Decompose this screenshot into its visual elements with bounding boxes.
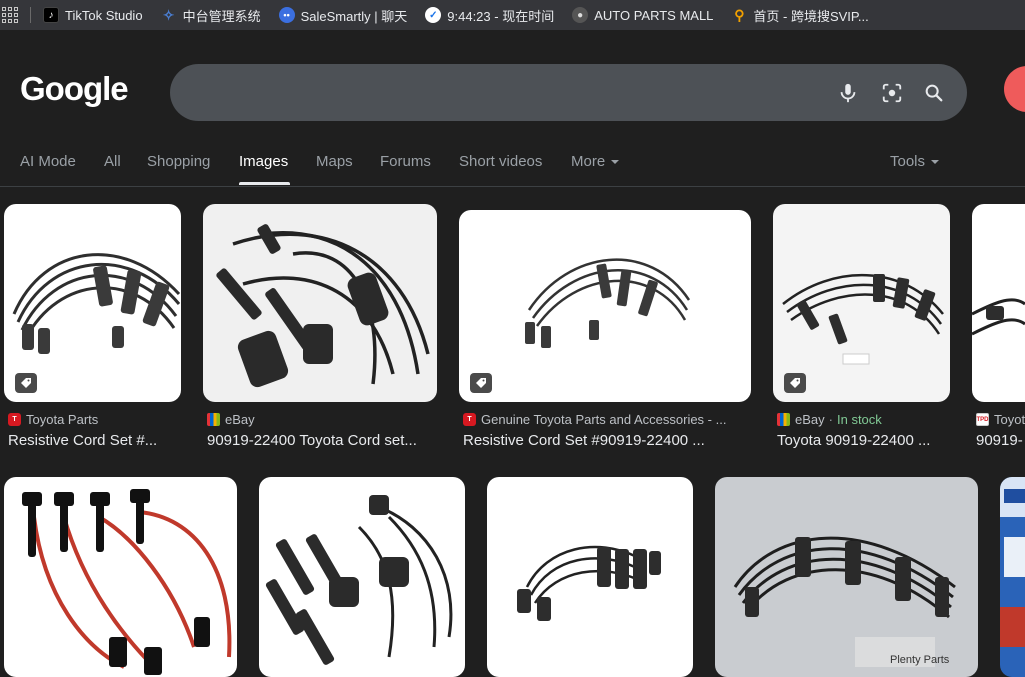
result-title[interactable]: 90919-22400 Toyota Cord set... — [207, 432, 437, 449]
image-result[interactable] — [259, 477, 465, 677]
source-label: Toyot — [994, 412, 1025, 427]
search-orange-icon: ⚲ — [734, 6, 745, 23]
bookmark-zhongtai[interactable]: ✧ 中台管理系统 — [161, 6, 261, 25]
tab-shopping[interactable]: Shopping — [147, 153, 210, 170]
separator-dot: · — [828, 412, 833, 427]
salesmartly-icon: •• — [278, 7, 295, 23]
tab-maps[interactable]: Maps — [316, 153, 353, 170]
spark-plug-wire-image: Plenty Parts — [733, 536, 956, 667]
result-thumbnail[interactable] — [203, 204, 437, 402]
image-result[interactable]: T Genuine Toyota Parts and Accessories - … — [459, 204, 751, 454]
search-tabs: AI Mode All Shopping Images Maps Forums … — [0, 140, 1025, 187]
price-tag-icon — [784, 373, 806, 393]
red-spark-plug-wire-image — [22, 489, 232, 675]
tools-button[interactable]: Tools — [890, 153, 940, 170]
lens-icon[interactable] — [881, 82, 903, 104]
chevron-down-icon — [611, 160, 620, 165]
result-title[interactable]: Resistive Cord Set #... — [8, 432, 182, 449]
tpd-favicon: TPD — [976, 413, 989, 426]
source-label: eBay — [795, 412, 825, 427]
search-icon[interactable] — [923, 82, 945, 104]
bookmark-kuajingsou[interactable]: ⚲ 首页 - 跨境搜SVIP... — [731, 6, 868, 25]
price-tag-icon — [15, 373, 37, 393]
toyota-favicon: T — [8, 413, 21, 426]
avatar[interactable] — [1004, 66, 1025, 112]
tab-more-label: More — [571, 153, 606, 170]
bookmarks-separator — [30, 7, 31, 23]
bookmark-label: 9:44:23 - 现在时间 — [447, 8, 555, 24]
result-thumbnail[interactable] — [487, 477, 693, 677]
result-thumbnail[interactable] — [4, 204, 181, 402]
tab-images[interactable]: Images — [239, 153, 288, 170]
result-thumbnail[interactable] — [1000, 477, 1025, 677]
result-source[interactable]: eBay — [207, 412, 437, 427]
search-input[interactable] — [194, 64, 818, 123]
image-result[interactable] — [1000, 477, 1025, 677]
tab-short-videos[interactable]: Short videos — [459, 153, 542, 170]
tab-more[interactable]: More — [571, 153, 620, 170]
bookmark-label: 首页 - 跨境搜SVIP... — [753, 8, 869, 24]
spark-plug-wire-image — [265, 495, 453, 665]
search-box[interactable] — [170, 64, 967, 123]
zhongtai-icon: ✧ — [162, 6, 175, 23]
image-result[interactable] — [4, 477, 237, 677]
ebay-favicon — [207, 413, 220, 426]
tab-forums[interactable]: Forums — [380, 153, 431, 170]
clock-icon: ✓ — [425, 7, 442, 23]
image-result[interactable]: eBay 90919-22400 Toyota Cord set... — [203, 204, 437, 454]
tiktok-icon: ♪ — [43, 7, 59, 23]
result-source[interactable]: eBay · In stock — [777, 412, 952, 427]
product-box-image — [1000, 477, 1025, 647]
bookmark-label: AUTO PARTS MALL — [594, 7, 714, 23]
bookmark-label: 中台管理系统 — [182, 8, 261, 24]
result-thumbnail[interactable] — [4, 477, 237, 677]
tab-all[interactable]: All — [104, 153, 121, 170]
bookmark-label: TikTok Studio — [65, 7, 143, 23]
chevron-down-icon — [931, 160, 940, 165]
bookmark-label: SaleSmartly | 聊天 — [300, 8, 408, 24]
autoparts-icon: ● — [572, 7, 589, 23]
tab-ai-mode[interactable]: AI Mode — [20, 153, 76, 170]
bookmark-current-time[interactable]: ✓ 9:44:23 - 现在时间 — [425, 6, 554, 25]
bookmark-tiktok-studio[interactable]: ♪ TikTok Studio — [43, 7, 143, 23]
result-source[interactable]: T Genuine Toyota Parts and Accessories - … — [463, 412, 753, 427]
apps-grid-icon[interactable] — [2, 7, 18, 23]
result-thumbnail[interactable] — [459, 210, 751, 402]
in-stock-label: In stock — [836, 412, 882, 427]
bookmarks-bar: ♪ TikTok Studio ✧ 中台管理系统 •• SaleSmartly | 聊… — [0, 0, 1025, 30]
result-title[interactable]: 90919- — [976, 432, 1025, 449]
source-label: Genuine Toyota Parts and Accessories - .… — [481, 412, 727, 427]
source-label: eBay — [225, 412, 255, 427]
result-title[interactable]: Resistive Cord Set #90919-22400 ... — [463, 432, 753, 449]
google-logo[interactable]: Google — [20, 70, 129, 108]
spark-plug-wire-image — [517, 545, 661, 621]
toyota-favicon: T — [463, 413, 476, 426]
price-tag-icon — [470, 373, 492, 393]
result-source[interactable]: TPD Toyot — [976, 412, 1025, 427]
image-result[interactable]: eBay · In stock Toyota 90919-22400 ... — [773, 204, 950, 454]
result-thumbnail[interactable] — [259, 477, 465, 677]
result-title[interactable]: Toyota 90919-22400 ... — [777, 432, 952, 449]
microphone-icon[interactable] — [837, 82, 859, 104]
source-label: Toyota Parts — [26, 412, 99, 427]
result-thumbnail[interactable] — [773, 204, 950, 402]
bookmark-auto-parts-mall[interactable]: ● AUTO PARTS MALL — [572, 7, 713, 23]
spark-plug-wire-image — [525, 258, 691, 348]
ebay-favicon — [777, 413, 790, 426]
image-result[interactable] — [487, 477, 693, 677]
image-result[interactable]: Plenty Parts — [715, 477, 978, 677]
result-source[interactable]: T Toyota Parts — [8, 412, 182, 427]
bookmark-salesmartly[interactable]: •• SaleSmartly | 聊天 — [278, 6, 408, 25]
image-result[interactable]: T Toyota Parts Resistive Cord Set #... — [4, 204, 182, 454]
image-result[interactable]: TPD Toyot 90919- — [972, 204, 1025, 454]
spark-plug-wire-image — [972, 298, 1025, 336]
spark-plug-wire-image — [216, 224, 430, 388]
result-thumbnail[interactable]: Plenty Parts — [715, 477, 978, 677]
active-tab-indicator — [239, 182, 290, 185]
tools-label: Tools — [890, 153, 926, 170]
result-thumbnail[interactable] — [972, 204, 1025, 402]
plenty-parts-watermark: Plenty Parts — [890, 654, 950, 666]
